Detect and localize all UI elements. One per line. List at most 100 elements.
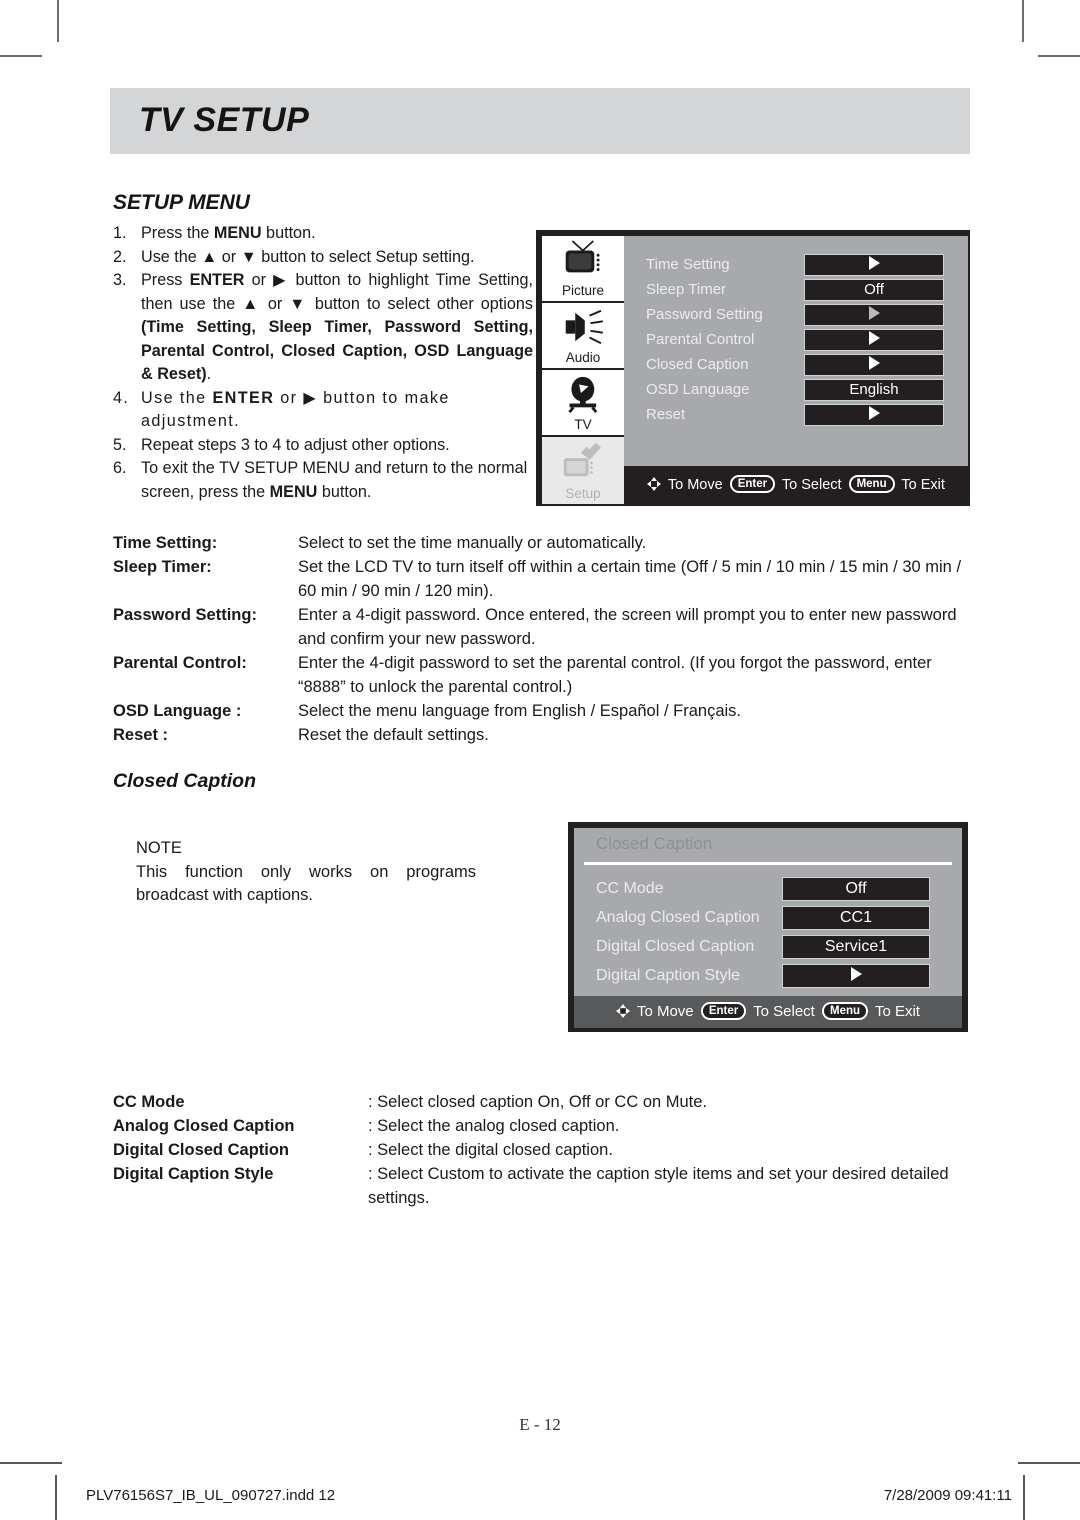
step-number: 1. [113, 224, 127, 242]
setup-step-5: 5. Repeat steps 3 to 4 to adjust other op… [113, 434, 533, 458]
tv-antenna-icon [542, 240, 624, 280]
crop-mark-top-left [57, 0, 59, 42]
description-term: Parental Control: [113, 654, 247, 672]
osd-hint-select-label: To Select [781, 477, 842, 493]
osd-setup-option-list: Time Setting Sleep Timer Off Password Setti… [624, 236, 968, 466]
osd-sidebar-item-label: TV [574, 417, 592, 432]
description-text: Set the LCD TV to turn itself off within… [298, 558, 962, 600]
osd-cc-hint-menu-key: Menu [822, 1002, 869, 1020]
osd-setup-row[interactable]: Reset [624, 404, 968, 429]
footer-timestamp: 7/28/2009 09:41:11 [883, 1487, 1012, 1504]
osd-setup-row[interactable]: Closed Caption [624, 354, 968, 379]
description-term: Password Setting: [113, 606, 257, 624]
step-text: To exit the TV SETUP MENU and return to … [141, 459, 528, 501]
osd-cc-row[interactable]: Analog Closed Caption CC1 [574, 905, 962, 934]
description-text: Enter the 4-digit password to set the pa… [298, 654, 932, 696]
osd-setup-row-label: Reset [646, 406, 686, 423]
description-row: Sleep Timer: Set the LCD TV to turn itsel… [113, 555, 978, 603]
description-row: Reset : Reset the default settings. [113, 723, 978, 747]
osd-setup-row-value[interactable] [804, 254, 944, 276]
setup-option-descriptions: Time Setting: Select to set the time manu… [113, 531, 978, 747]
osd-setup-row-value[interactable] [804, 329, 944, 351]
description-text: : Select the analog closed caption. [368, 1117, 620, 1135]
description-text: Select to set the time manually or autom… [298, 534, 647, 552]
right-arrow-icon [868, 356, 880, 370]
osd-setup-row-label: Password Setting [646, 306, 763, 323]
osd-cc-row-value[interactable]: Service1 [782, 935, 930, 959]
osd-closed-caption-screenshot: Closed Caption CC Mode Off Analog Closed C… [568, 822, 968, 1032]
section-heading-closed-caption: Closed Caption [113, 770, 257, 792]
osd-cc-option-list: Closed Caption CC Mode Off Analog Closed C… [574, 828, 962, 996]
setup-step-2: 2. Use the ▲ or ▼ button to select Setup … [113, 246, 533, 270]
osd-setup-row[interactable]: Sleep Timer Off [624, 279, 968, 304]
crop-mark-left-bottom [0, 1462, 62, 1464]
osd-cc-row-label: Digital Closed Caption [596, 938, 755, 955]
right-arrow-icon [868, 306, 880, 320]
osd-cc-row[interactable]: Digital Closed Caption Service1 [574, 934, 962, 963]
osd-sidebar-item-tv[interactable]: TV [542, 370, 624, 437]
osd-setup-row-value[interactable] [804, 304, 944, 326]
crop-mark-left-top [0, 55, 42, 57]
osd-hint-enter-key: Enter [729, 475, 776, 493]
right-arrow-icon [868, 256, 880, 270]
osd-cc-row-label: CC Mode [596, 880, 664, 897]
step-text: Use the ▲ or ▼ button to select Setup se… [141, 247, 475, 266]
description-term: Digital Caption Style [113, 1165, 274, 1183]
osd-cc-row-label: Digital Caption Style [596, 967, 741, 984]
osd-cc-row[interactable]: CC Mode Off [574, 876, 962, 905]
speaker-icon [542, 307, 624, 347]
step-number: 4. [113, 388, 130, 407]
osd-setup-row[interactable]: Password Setting [624, 304, 968, 329]
osd-setup-row-value[interactable]: Off [804, 279, 944, 301]
step-number: 6. [113, 459, 127, 477]
crop-mark-bottom-left [55, 1475, 57, 1520]
description-text: : Select the digital closed caption. [368, 1141, 613, 1159]
footer-filename: PLV76156S7_IB_UL_090727.indd 12 [86, 1487, 336, 1504]
osd-cc-hint-bar: To Move Enter To Select Menu To Exit [574, 996, 962, 1028]
osd-setup-row[interactable]: OSD Language English [624, 379, 968, 404]
page-number: E - 12 [519, 1415, 561, 1434]
setup-step-3: 3. Press ENTER or ▶ button to highlight T… [113, 269, 533, 387]
description-text: Reset the default settings. [298, 726, 489, 744]
description-term: OSD Language : [113, 702, 242, 720]
osd-setup-row[interactable]: Time Setting [624, 254, 968, 279]
description-row: OSD Language : Select the menu language f… [113, 699, 978, 723]
description-term: Analog Closed Caption [113, 1117, 295, 1135]
osd-setup-row-label: Sleep Timer [646, 281, 727, 298]
step-text: Repeat steps 3 to 4 to adjust other opti… [141, 435, 450, 454]
osd-sidebar-item-audio[interactable]: Audio [542, 303, 624, 370]
osd-cc-title: Closed Caption [596, 834, 713, 853]
osd-sidebar-item-picture[interactable]: Picture [542, 236, 624, 303]
crop-mark-top-right [1022, 0, 1024, 42]
osd-hint-move-label: To Move [667, 477, 723, 493]
step-number: 2. [113, 247, 127, 266]
osd-cc-hint-move-label: To Move [636, 1003, 694, 1020]
description-row: Password Setting: Enter a 4-digit passwor… [113, 603, 978, 651]
osd-cc-hint-exit-label: To Exit [874, 1003, 920, 1020]
osd-cc-row-value[interactable] [782, 964, 930, 988]
setup-step-6: 6. To exit the TV SETUP MENU and return t… [113, 457, 533, 504]
osd-setup-row[interactable]: Parental Control [624, 329, 968, 354]
description-term: Time Setting: [113, 534, 218, 552]
osd-setup-row-value[interactable]: English [804, 379, 944, 401]
description-text: Select the menu language from English / … [298, 702, 741, 720]
step-text: Use the ENTER or ▶ button to make adjust… [141, 388, 450, 431]
description-term: Sleep Timer: [113, 558, 212, 576]
description-row: Parental Control: Enter the 4-digit passw… [113, 651, 978, 699]
description-text: Enter a 4-digit password. Once entered, … [298, 606, 957, 648]
osd-cc-row-value[interactable]: Off [782, 877, 930, 901]
dpad-icon [647, 468, 662, 491]
osd-setup-row-value[interactable] [804, 404, 944, 426]
osd-setup-row-value[interactable] [804, 354, 944, 376]
osd-setup-row-label: Time Setting [646, 256, 730, 273]
right-arrow-icon [868, 331, 880, 345]
osd-cc-row-value[interactable]: CC1 [782, 906, 930, 930]
osd-cc-row-label: Analog Closed Caption [596, 909, 760, 926]
osd-cc-row[interactable]: Digital Caption Style [574, 963, 962, 992]
osd-sidebar-item-label: Picture [561, 283, 605, 298]
crop-mark-bottom-right [1023, 1475, 1025, 1520]
osd-cc-hint-enter-key: Enter [700, 1002, 747, 1020]
description-row: CC Mode: Select closed caption On, Off o… [113, 1090, 978, 1114]
osd-sidebar-item-setup[interactable]: Setup [542, 437, 624, 504]
osd-setup-row-label: Closed Caption [646, 356, 749, 373]
